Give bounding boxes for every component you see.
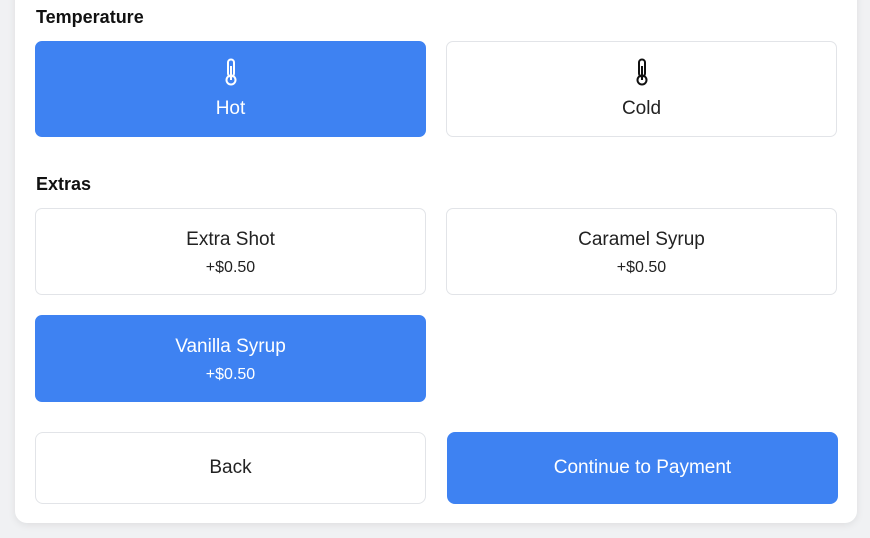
temperature-option-hot[interactable]: Hot [35, 41, 426, 137]
extra-option-price: +$0.50 [205, 366, 256, 383]
extra-option-name: Vanilla Syrup [175, 336, 286, 357]
temperature-option-label: Hot [215, 98, 246, 119]
temperature-option-label: Cold [621, 98, 662, 119]
thermometer-icon [636, 58, 647, 86]
back-button[interactable]: Back [35, 432, 426, 504]
extras-section-title: Extras [36, 174, 92, 194]
thermometer-icon [225, 58, 236, 86]
extra-option-name: Extra Shot [186, 229, 275, 250]
continue-to-payment-button[interactable]: Continue to Payment [447, 432, 838, 504]
temperature-option-cold[interactable]: Cold [446, 41, 837, 137]
extra-option-vanilla-syrup[interactable]: Vanilla Syrup +$0.50 [35, 315, 426, 402]
extra-option-extra-shot[interactable]: Extra Shot +$0.50 [35, 208, 426, 295]
temperature-section-title: Temperature [36, 7, 144, 27]
extra-option-price: +$0.50 [205, 259, 256, 276]
extra-option-name: Caramel Syrup [578, 229, 705, 250]
extra-option-price: +$0.50 [616, 259, 667, 276]
extra-option-caramel-syrup[interactable]: Caramel Syrup +$0.50 [446, 208, 837, 295]
